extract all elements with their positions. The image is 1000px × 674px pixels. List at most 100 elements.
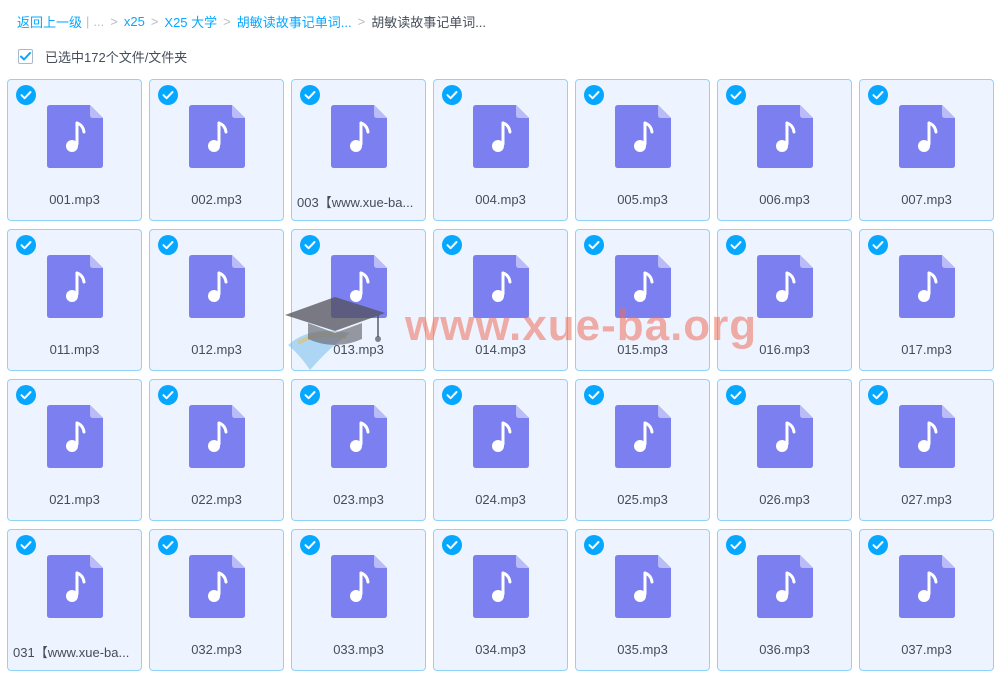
file-tile[interactable]: 001.mp3 xyxy=(7,79,142,221)
check-circle-icon[interactable] xyxy=(16,235,36,255)
file-name: 021.mp3 xyxy=(49,492,100,507)
file-tile[interactable]: 013.mp3 xyxy=(291,229,426,371)
audio-file-icon xyxy=(899,255,955,318)
check-circle-icon[interactable] xyxy=(868,85,888,105)
check-circle-icon[interactable] xyxy=(300,85,320,105)
file-tile[interactable]: 014.mp3 xyxy=(433,229,568,371)
file-tile[interactable]: 002.mp3 xyxy=(149,79,284,221)
check-circle-icon[interactable] xyxy=(584,385,604,405)
check-circle-icon[interactable] xyxy=(158,385,178,405)
check-circle-icon[interactable] xyxy=(300,385,320,405)
file-tile[interactable]: 015.mp3 xyxy=(575,229,710,371)
audio-file-icon xyxy=(615,105,671,168)
breadcrumb-separator: > xyxy=(223,13,231,29)
file-tile[interactable]: 032.mp3 xyxy=(149,529,284,671)
file-tile[interactable]: 017.mp3 xyxy=(859,229,994,371)
file-tile[interactable]: 023.mp3 xyxy=(291,379,426,521)
breadcrumb-item[interactable]: 胡敏读故事记单词... xyxy=(237,12,352,31)
back-link[interactable]: 返回上一级 xyxy=(17,12,82,31)
file-tile[interactable]: 004.mp3 xyxy=(433,79,568,221)
file-tile[interactable]: 035.mp3 xyxy=(575,529,710,671)
breadcrumb: 返回上一级 | ... > x25 > X25 大学 > 胡敏读故事记单词...… xyxy=(17,11,486,31)
check-circle-icon[interactable] xyxy=(868,385,888,405)
check-circle-icon[interactable] xyxy=(16,385,36,405)
audio-file-icon xyxy=(473,405,529,468)
audio-file-icon xyxy=(331,555,387,618)
audio-file-icon xyxy=(899,105,955,168)
check-circle-icon[interactable] xyxy=(442,85,462,105)
check-circle-icon[interactable] xyxy=(726,385,746,405)
audio-file-icon xyxy=(189,255,245,318)
file-tile[interactable]: 022.mp3 xyxy=(149,379,284,521)
audio-file-icon xyxy=(331,255,387,318)
file-tile[interactable]: 033.mp3 xyxy=(291,529,426,671)
breadcrumb-item[interactable]: X25 大学 xyxy=(164,12,217,31)
file-name: 012.mp3 xyxy=(191,342,242,357)
breadcrumb-item[interactable]: x25 xyxy=(124,14,145,29)
check-circle-icon[interactable] xyxy=(16,85,36,105)
file-tile[interactable]: 007.mp3 xyxy=(859,79,994,221)
check-circle-icon[interactable] xyxy=(442,385,462,405)
check-circle-icon[interactable] xyxy=(158,85,178,105)
file-grid: 001.mp3 002.mp3 003【www.xue-ba... 004.mp3 00… xyxy=(7,79,994,671)
file-tile[interactable]: 027.mp3 xyxy=(859,379,994,521)
audio-file-icon xyxy=(189,405,245,468)
file-tile[interactable]: 016.mp3 xyxy=(717,229,852,371)
file-name: 013.mp3 xyxy=(333,342,384,357)
file-tile[interactable]: 021.mp3 xyxy=(7,379,142,521)
check-circle-icon[interactable] xyxy=(16,535,36,555)
audio-file-icon xyxy=(189,105,245,168)
check-circle-icon[interactable] xyxy=(726,235,746,255)
file-name: 004.mp3 xyxy=(475,192,526,207)
breadcrumb-current: 胡敏读故事记单词... xyxy=(371,14,487,30)
file-tile[interactable]: 006.mp3 xyxy=(717,79,852,221)
check-circle-icon[interactable] xyxy=(158,235,178,255)
breadcrumb-separator: > xyxy=(357,13,366,29)
file-tile[interactable]: 026.mp3 xyxy=(717,379,852,521)
check-circle-icon[interactable] xyxy=(868,235,888,255)
audio-file-icon xyxy=(757,405,813,468)
audio-file-icon xyxy=(757,105,813,168)
file-tile[interactable]: 036.mp3 xyxy=(717,529,852,671)
check-circle-icon[interactable] xyxy=(868,535,888,555)
audio-file-icon xyxy=(473,105,529,168)
file-tile[interactable]: 025.mp3 xyxy=(575,379,710,521)
audio-file-icon xyxy=(615,255,671,318)
file-name: 025.mp3 xyxy=(617,492,668,507)
file-name: 011.mp3 xyxy=(49,342,100,357)
file-name: 003【www.xue-ba... xyxy=(297,195,414,210)
check-circle-icon[interactable] xyxy=(584,535,604,555)
check-circle-icon[interactable] xyxy=(442,535,462,555)
check-circle-icon[interactable] xyxy=(726,535,746,555)
file-tile[interactable]: 003【www.xue-ba... xyxy=(291,79,426,221)
file-name: 035.mp3 xyxy=(617,642,668,657)
file-tile[interactable]: 037.mp3 xyxy=(859,529,994,671)
breadcrumb-separator: > xyxy=(110,13,118,29)
file-tile[interactable]: 011.mp3 xyxy=(7,229,142,371)
check-circle-icon[interactable] xyxy=(300,235,320,255)
file-tile[interactable]: 005.mp3 xyxy=(575,79,710,221)
file-name: 017.mp3 xyxy=(901,342,952,357)
audio-file-icon xyxy=(757,555,813,618)
check-circle-icon[interactable] xyxy=(442,235,462,255)
audio-file-icon xyxy=(899,555,955,618)
check-circle-icon[interactable] xyxy=(158,535,178,555)
file-tile[interactable]: 024.mp3 xyxy=(433,379,568,521)
file-name: 031【www.xue-ba... xyxy=(13,645,130,660)
file-tile[interactable]: 034.mp3 xyxy=(433,529,568,671)
check-circle-icon[interactable] xyxy=(300,535,320,555)
select-all-checkbox[interactable] xyxy=(18,48,33,64)
audio-file-icon xyxy=(615,555,671,618)
breadcrumb-ellipsis[interactable]: ... xyxy=(93,14,104,29)
file-name: 002.mp3 xyxy=(191,192,242,207)
audio-file-icon xyxy=(47,405,103,468)
file-tile[interactable]: 031【www.xue-ba... xyxy=(7,529,142,671)
file-name: 007.mp3 xyxy=(901,192,952,207)
check-circle-icon[interactable] xyxy=(584,85,604,105)
audio-file-icon xyxy=(47,555,103,618)
check-circle-icon[interactable] xyxy=(584,235,604,255)
audio-file-icon xyxy=(473,255,529,318)
file-name: 023.mp3 xyxy=(333,492,384,507)
file-tile[interactable]: 012.mp3 xyxy=(149,229,284,371)
check-circle-icon[interactable] xyxy=(726,85,746,105)
